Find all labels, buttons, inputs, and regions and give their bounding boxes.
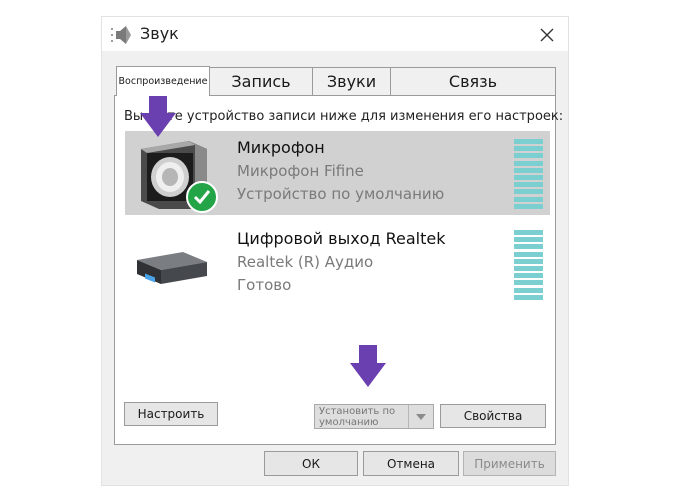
device-status: Готово — [237, 276, 292, 294]
tab-recording[interactable]: Запись — [209, 67, 313, 95]
title-bar: Звук — [102, 17, 568, 51]
window-title: Звук — [140, 24, 179, 43]
close-icon — [540, 28, 554, 42]
level-meter — [514, 230, 544, 300]
device-name: Цифровой выход Realtek — [237, 229, 446, 248]
set-default-button[interactable]: Установить по умолчанию — [314, 404, 434, 429]
digital-output-device-icon — [137, 252, 207, 284]
device-item-microphone[interactable]: Микрофон Микрофон Fifine Устройство по у… — [125, 131, 550, 215]
cancel-button[interactable]: Отмена — [363, 451, 459, 476]
set-default-label: Установить по умолчанию — [319, 406, 396, 428]
tab-sounds[interactable]: Звуки — [312, 67, 391, 95]
properties-button[interactable]: Свойства — [440, 404, 546, 428]
device-name: Микрофон — [237, 138, 325, 157]
set-default-dropdown[interactable] — [408, 405, 433, 428]
instruction-text: Вы те устройство записи ниже для изменени… — [124, 109, 563, 124]
sound-dialog: Звук Воспроизведение Запись Звуки Связь … — [102, 17, 568, 485]
pointer-arrow-icon — [350, 345, 386, 387]
chevron-down-icon — [416, 413, 426, 420]
apply-button[interactable]: Применить — [463, 451, 556, 476]
device-description: Микрофон Fifine — [237, 162, 364, 180]
pointer-arrow-icon — [140, 95, 176, 137]
close-button[interactable] — [532, 21, 562, 49]
device-item-digital-output[interactable]: Цифровой выход Realtek Realtek (R) Аудио… — [125, 222, 550, 306]
ok-button[interactable]: ОК — [264, 451, 358, 476]
tab-playback[interactable]: Воспроизведение — [116, 66, 210, 96]
default-check-icon — [186, 181, 218, 213]
device-description: Realtek (R) Аудио — [237, 253, 374, 271]
microphone-device-icon — [141, 141, 218, 213]
instruction-suffix: те устройство записи ниже для изменения … — [167, 109, 564, 124]
tab-communications[interactable]: Связь — [390, 67, 556, 95]
speaker-icon — [111, 26, 131, 44]
configure-button[interactable]: Настроить — [124, 402, 218, 426]
device-status: Устройство по умолчанию — [237, 185, 445, 203]
level-meter — [514, 139, 544, 209]
